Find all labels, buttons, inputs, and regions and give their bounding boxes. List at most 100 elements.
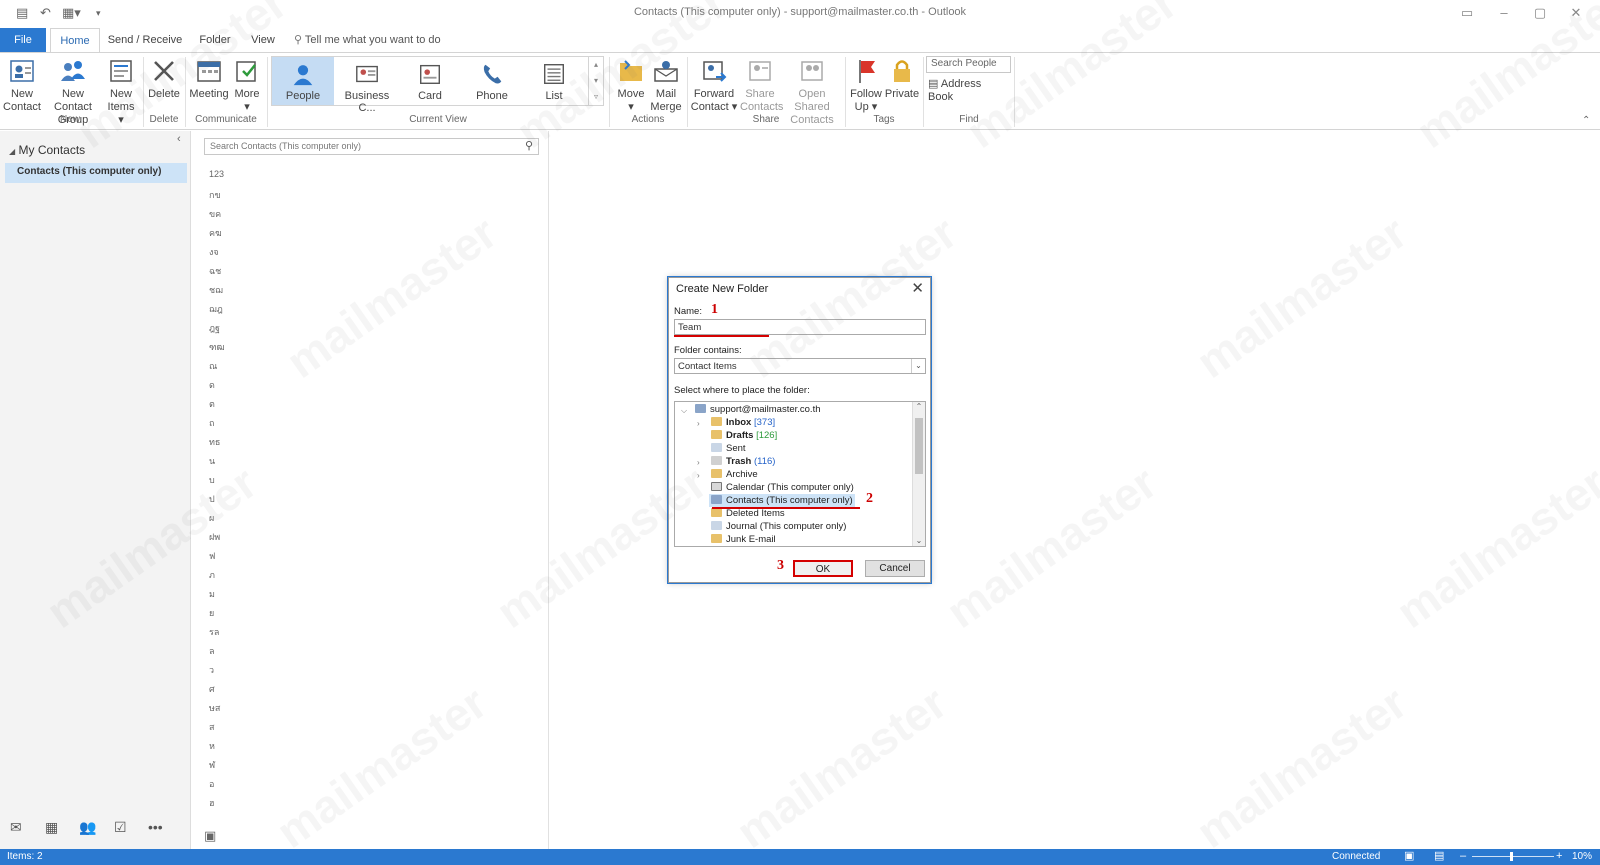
tree-item-contacts[interactable]: Contacts (This computer only) — [709, 494, 855, 507]
index-letter[interactable]: ต — [209, 397, 215, 411]
more-apps-icon[interactable]: ••• — [148, 819, 163, 835]
expand-arrow-icon[interactable]: › — [697, 471, 700, 480]
delete-button[interactable]: Delete — [146, 55, 182, 101]
share-contacts-button[interactable]: Share Contacts — [740, 55, 783, 114]
reading-view-icon[interactable]: ▤ — [1434, 849, 1444, 862]
index-letter[interactable]: ณ — [209, 359, 217, 373]
expand-arrow-icon[interactable]: ⌵ — [681, 406, 687, 416]
view-list[interactable]: List — [524, 57, 584, 105]
tab-home[interactable]: Home — [50, 28, 100, 54]
index-letter[interactable]: ป — [209, 492, 215, 506]
view-gallery-scroll[interactable]: ▴ ▾ ▿ — [588, 57, 603, 105]
tab-file[interactable]: File — [0, 28, 46, 53]
private-button[interactable]: Private — [884, 55, 920, 101]
scroll-down-icon[interactable]: ⌄ — [913, 536, 925, 545]
expand-arrow-icon[interactable]: › — [697, 419, 700, 428]
close-button[interactable]: ✕ — [1558, 3, 1594, 23]
mail-merge-button[interactable]: Mail Merge — [648, 55, 684, 114]
tab-folder[interactable]: Folder — [196, 28, 234, 53]
calendar-icon[interactable]: ▦ — [45, 819, 58, 836]
tree-item-calendar[interactable]: Calendar (This computer only) — [711, 482, 854, 493]
tree-item-journal[interactable]: Journal (This computer only) — [711, 521, 846, 532]
scroll-up-icon[interactable]: ⌃ — [913, 402, 925, 411]
tree-item-trash[interactable]: Trash (116) — [711, 456, 775, 467]
index-letter[interactable]: ฟ — [209, 549, 215, 563]
tree-item-deleted-items[interactable]: Deleted Items — [711, 508, 785, 519]
address-book-button[interactable]: ▤ Address Book — [928, 78, 1008, 104]
index-letter[interactable]: ษส — [209, 701, 220, 715]
index-letter[interactable]: คฆ — [209, 226, 222, 240]
view-people[interactable]: People — [272, 57, 334, 105]
search-contacts-input[interactable]: Search Contacts (This computer only) ⚲ — [204, 138, 539, 155]
index-letter[interactable]: ด — [209, 378, 215, 392]
index-letter[interactable]: ห — [209, 739, 215, 753]
index-letter[interactable]: ศ — [209, 682, 215, 696]
tasks-icon[interactable]: ☑ — [114, 819, 127, 836]
collapse-ribbon-icon[interactable]: ⌃ — [1582, 115, 1590, 126]
meeting-button[interactable]: Meeting — [188, 55, 230, 101]
index-letter[interactable]: ฌฎ — [209, 302, 223, 316]
tree-item-sent[interactable]: Sent — [711, 443, 746, 454]
index-letter[interactable]: ฑฒ — [209, 340, 225, 354]
index-letter[interactable]: ฉช — [209, 264, 221, 278]
zoom-slider[interactable] — [1472, 856, 1554, 857]
tree-item-drafts[interactable]: Drafts [126] — [711, 430, 777, 441]
search-people-input[interactable]: Search People — [926, 56, 1011, 73]
ribbon-display-icon[interactable]: ▭ — [1449, 3, 1485, 23]
index-letter[interactable]: ย — [209, 606, 214, 620]
index-letter[interactable]: น — [209, 454, 215, 468]
chevron-down-icon[interactable]: ⌄ — [911, 359, 925, 373]
tree-item-junk[interactable]: Junk E-mail — [711, 534, 776, 545]
forward-contact-button[interactable]: Forward Contact ▾ — [690, 55, 738, 114]
collapse-pane-icon[interactable]: ‹ — [177, 133, 181, 145]
tell-me-box[interactable]: ⚲ Tell me what you want to do — [294, 28, 444, 53]
tree-item-inbox[interactable]: Inbox [373] — [711, 417, 775, 428]
index-letter[interactable]: ภ — [209, 568, 215, 582]
tree-scrollbar[interactable]: ⌃ ⌄ — [912, 402, 925, 546]
tab-send-receive[interactable]: Send / Receive — [106, 28, 184, 53]
mail-icon[interactable]: ✉ — [10, 819, 22, 836]
tree-item-archive[interactable]: Archive — [711, 469, 758, 480]
normal-view-icon[interactable]: ▣ — [1404, 849, 1414, 862]
index-letter[interactable]: ขค — [209, 207, 221, 221]
folder-contains-select[interactable]: Contact Items ⌄ — [674, 358, 926, 374]
view-card[interactable]: Card — [400, 57, 460, 105]
scroll-thumb[interactable] — [915, 418, 923, 474]
tab-view[interactable]: View — [247, 28, 279, 53]
ok-button[interactable]: OK — [793, 560, 853, 577]
contact-card-view-icon[interactable]: ▣ — [204, 828, 216, 844]
my-contacts-header[interactable]: ◢ My Contacts — [9, 143, 85, 157]
index-letter[interactable]: ว — [209, 663, 214, 677]
index-letter[interactable]: อ — [209, 777, 214, 791]
index-letter[interactable]: 123 — [209, 169, 224, 179]
expand-arrow-icon[interactable]: › — [697, 458, 700, 467]
index-letter[interactable]: ถ — [209, 416, 214, 430]
index-letter[interactable]: ฝพ — [209, 530, 220, 544]
move-button[interactable]: Move ▾ — [614, 55, 648, 114]
index-letter[interactable]: ฎฐ — [209, 321, 220, 335]
follow-up-button[interactable]: Follow Up ▾ — [849, 55, 883, 114]
index-letter[interactable]: ม — [209, 587, 215, 601]
zoom-out-icon[interactable]: – — [1460, 850, 1466, 862]
view-business-card[interactable]: Business C... — [336, 57, 398, 114]
people-nav-icon[interactable]: 👥 — [79, 819, 96, 836]
tree-item-root[interactable]: support@mailmaster.co.th — [695, 404, 821, 415]
index-letter[interactable]: ทธ — [209, 435, 220, 449]
folder-name-input[interactable]: Team — [674, 319, 926, 335]
index-letter[interactable]: ฮ — [209, 796, 215, 810]
index-letter[interactable]: ชฌ — [209, 283, 223, 297]
index-letter[interactable]: กข — [209, 188, 221, 202]
view-phone[interactable]: Phone — [462, 57, 522, 105]
zoom-slider-thumb[interactable] — [1510, 852, 1513, 861]
index-letter[interactable]: งจ — [209, 245, 219, 259]
nav-item-contacts[interactable]: Contacts (This computer only) — [5, 163, 187, 183]
zoom-in-icon[interactable]: + — [1556, 850, 1562, 862]
more-button[interactable]: More ▾ — [232, 55, 262, 114]
cancel-button[interactable]: Cancel — [865, 560, 925, 577]
index-letter[interactable]: ล — [209, 644, 215, 658]
dialog-close-button[interactable]: ✕ — [911, 279, 924, 297]
maximize-button[interactable]: ▢ — [1522, 3, 1558, 23]
index-letter[interactable]: บ — [209, 473, 215, 487]
index-letter[interactable]: ผ — [209, 511, 214, 525]
index-letter[interactable]: รล — [209, 625, 219, 639]
